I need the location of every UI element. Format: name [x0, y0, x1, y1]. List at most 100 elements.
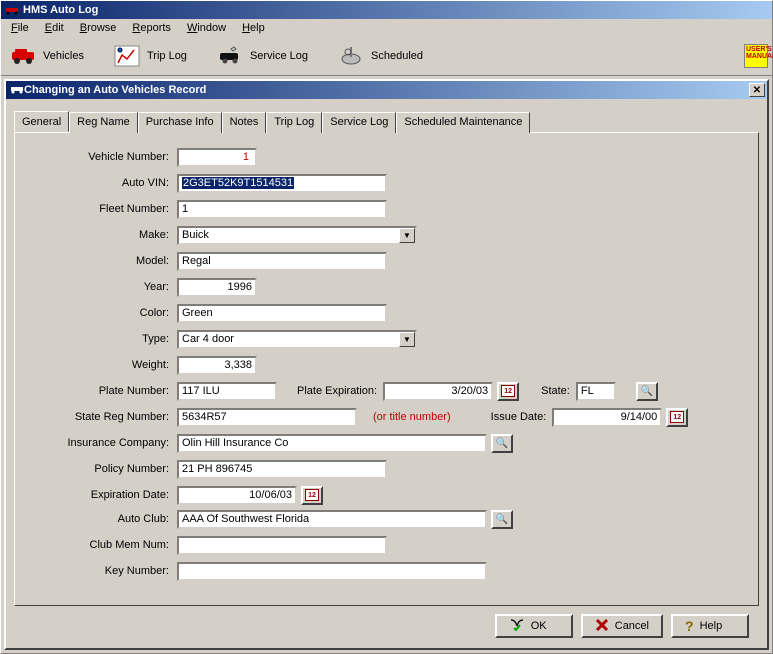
label-insurance-company: Insurance Company: — [27, 437, 177, 449]
plate-number-field[interactable] — [177, 382, 277, 401]
toolbar-scheduled[interactable]: Scheduled — [333, 40, 432, 72]
label-state: State: — [541, 385, 570, 397]
label-or-title-number: (or title number) — [373, 411, 451, 423]
tab-purchase-info[interactable]: Purchase Info — [138, 112, 222, 133]
make-combo-input[interactable] — [179, 228, 399, 243]
toolbar-service-log[interactable]: Service Log — [212, 40, 317, 72]
label-issue-date: Issue Date: — [491, 411, 547, 423]
policy-number-field[interactable] — [177, 460, 387, 479]
menu-edit[interactable]: Edit — [37, 20, 72, 36]
tab-reg-name[interactable]: Reg Name — [69, 112, 138, 133]
label-fleet-number: Fleet Number: — [27, 203, 177, 215]
search-icon: 🔍 — [496, 514, 508, 525]
help-button[interactable]: ? Help — [671, 614, 749, 638]
child-window-icon — [10, 84, 24, 97]
toolbar-users-manual[interactable]: USER'SMANUAL — [744, 44, 768, 68]
type-combo-button[interactable]: ▼ — [399, 332, 415, 347]
menu-help[interactable]: Help — [234, 20, 273, 36]
menubar: File Edit Browse Reports Window Help — [1, 19, 772, 37]
toolbar: Vehicles Trip Log Service Log Scheduled … — [1, 37, 772, 76]
tab-notes[interactable]: Notes — [222, 112, 267, 133]
label-year: Year: — [27, 281, 177, 293]
weight-field[interactable] — [177, 356, 257, 375]
label-policy-number: Policy Number: — [27, 463, 177, 475]
vehicle-number-field[interactable]: 1 — [177, 148, 257, 167]
insurance-lookup-button[interactable]: 🔍 — [491, 434, 513, 453]
toolbar-vehicles[interactable]: Vehicles — [5, 40, 93, 72]
child-body: General Reg Name Purchase Info Notes Tri… — [6, 99, 767, 648]
child-titlebar: Changing an Auto Vehicles Record ✕ — [6, 81, 767, 99]
auto-club-lookup-button[interactable]: 🔍 — [491, 510, 513, 529]
app-icon — [5, 4, 19, 16]
menu-browse[interactable]: Browse — [72, 20, 125, 36]
key-number-field[interactable] — [177, 562, 487, 581]
tabpanel-general: Vehicle Number: 1 Auto VIN: 2G3ET52K9T15… — [14, 132, 759, 606]
expiration-date-field[interactable] — [177, 486, 297, 505]
make-combo-button[interactable]: ▼ — [399, 228, 415, 243]
close-button[interactable]: ✕ — [749, 83, 765, 97]
plate-expiration-field[interactable] — [383, 382, 493, 401]
search-icon: 🔍 — [496, 438, 508, 449]
app-titlebar: HMS Auto Log — [1, 1, 772, 19]
tab-scheduled-maintenance[interactable]: Scheduled Maintenance — [396, 112, 530, 133]
label-type: Type: — [27, 333, 177, 345]
plate-expiration-date-picker[interactable]: 12 — [497, 382, 519, 401]
label-vehicle-number: Vehicle Number: — [27, 151, 177, 163]
cancel-button[interactable]: Cancel — [581, 614, 663, 638]
model-field[interactable] — [177, 252, 387, 271]
toolbar-trip-log-label: Trip Log — [147, 50, 187, 62]
chevron-down-icon: ▼ — [403, 231, 411, 240]
type-combo-input[interactable] — [179, 332, 399, 347]
calendar-icon: 12 — [670, 411, 684, 423]
color-field[interactable] — [177, 304, 387, 323]
ok-button[interactable]: OK — [495, 614, 573, 638]
year-field[interactable] — [177, 278, 257, 297]
footer-buttons: OK Cancel ? Help — [14, 606, 759, 642]
menu-window[interactable]: Window — [179, 20, 234, 36]
search-icon: 🔍 — [641, 386, 653, 397]
child-title-text: Changing an Auto Vehicles Record — [24, 84, 206, 96]
label-key-number: Key Number: — [27, 565, 177, 577]
tab-service-log[interactable]: Service Log — [322, 112, 396, 133]
toolbar-service-log-label: Service Log — [250, 50, 308, 62]
auto-vin-field[interactable]: 2G3ET52K9T1514531 — [177, 174, 387, 193]
toolbar-trip-log[interactable]: Trip Log — [109, 40, 196, 72]
state-reg-number-field[interactable] — [177, 408, 357, 427]
label-plate-number: Plate Number: — [27, 385, 177, 397]
calendar-icon: 12 — [501, 385, 515, 397]
fleet-number-field[interactable] — [177, 200, 387, 219]
tab-trip-log[interactable]: Trip Log — [266, 112, 322, 133]
make-combo[interactable]: ▼ — [177, 226, 417, 245]
trip-log-icon — [113, 44, 141, 68]
expiration-date-picker[interactable]: 12 — [301, 486, 323, 505]
state-field[interactable] — [576, 382, 616, 401]
tab-general[interactable]: General — [14, 111, 69, 132]
label-expiration-date: Expiration Date: — [27, 489, 177, 501]
child-window: Changing an Auto Vehicles Record ✕ Gener… — [4, 79, 769, 650]
app-title: HMS Auto Log — [23, 4, 98, 16]
scheduled-icon — [337, 44, 365, 68]
state-lookup-button[interactable]: 🔍 — [636, 382, 658, 401]
label-make: Make: — [27, 229, 177, 241]
label-weight: Weight: — [27, 359, 177, 371]
menu-reports[interactable]: Reports — [124, 20, 179, 36]
calendar-icon: 12 — [305, 489, 319, 501]
tab-strip: General Reg Name Purchase Info Notes Tri… — [14, 111, 759, 132]
issue-date-picker[interactable]: 12 — [666, 408, 688, 427]
label-plate-expiration: Plate Expiration: — [297, 385, 377, 397]
content-area: Changing an Auto Vehicles Record ✕ Gener… — [1, 76, 772, 653]
club-mem-num-field[interactable] — [177, 536, 387, 555]
service-log-icon — [216, 44, 244, 68]
menu-file[interactable]: File — [3, 20, 37, 36]
label-auto-club: Auto Club: — [27, 513, 177, 525]
chevron-down-icon: ▼ — [403, 335, 411, 344]
issue-date-field[interactable] — [552, 408, 662, 427]
auto-club-field[interactable] — [177, 510, 487, 529]
label-state-reg-number: State Reg Number: — [27, 411, 177, 423]
type-combo[interactable]: ▼ — [177, 330, 417, 349]
label-club-mem-num: Club Mem Num: — [27, 539, 177, 551]
help-icon: ? — [685, 618, 694, 634]
insurance-company-field[interactable] — [177, 434, 487, 453]
label-model: Model: — [27, 255, 177, 267]
cancel-icon — [595, 618, 609, 635]
